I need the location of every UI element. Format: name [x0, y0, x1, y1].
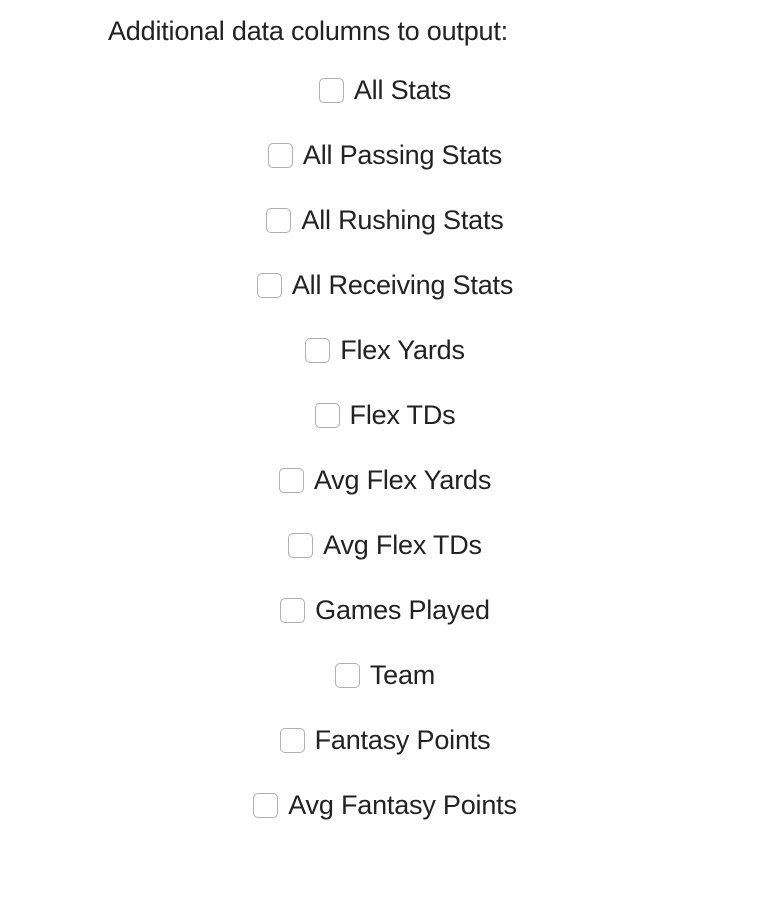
- option-label: Fantasy Points: [315, 725, 491, 756]
- option-all-receiving-stats: All Receiving Stats: [257, 270, 513, 301]
- option-flex-yards: Flex Yards: [305, 335, 465, 366]
- option-label: Games Played: [315, 595, 490, 626]
- checkbox-team[interactable]: [335, 663, 360, 688]
- checkbox-all-rushing-stats[interactable]: [266, 208, 291, 233]
- checkbox-fantasy-points[interactable]: [280, 728, 305, 753]
- checkbox-all-receiving-stats[interactable]: [257, 273, 282, 298]
- option-label: Avg Fantasy Points: [288, 790, 517, 821]
- option-label: Flex TDs: [350, 400, 456, 431]
- option-games-played: Games Played: [280, 595, 490, 626]
- option-avg-fantasy-points: Avg Fantasy Points: [253, 790, 517, 821]
- option-label: All Rushing Stats: [301, 205, 503, 236]
- option-label: All Stats: [354, 75, 451, 106]
- checkbox-all-passing-stats[interactable]: [268, 143, 293, 168]
- option-label: Team: [370, 660, 435, 691]
- checkbox-flex-yards[interactable]: [305, 338, 330, 363]
- option-flex-tds: Flex TDs: [315, 400, 456, 431]
- option-avg-flex-yards: Avg Flex Yards: [279, 465, 491, 496]
- option-fantasy-points: Fantasy Points: [280, 725, 491, 756]
- checkbox-avg-flex-tds[interactable]: [288, 533, 313, 558]
- option-avg-flex-tds: Avg Flex TDs: [288, 530, 482, 561]
- option-all-passing-stats: All Passing Stats: [268, 140, 502, 171]
- section-heading: Additional data columns to output:: [0, 16, 770, 47]
- checkbox-avg-fantasy-points[interactable]: [253, 793, 278, 818]
- option-team: Team: [335, 660, 435, 691]
- option-label: Flex Yards: [340, 335, 465, 366]
- checkbox-avg-flex-yards[interactable]: [279, 468, 304, 493]
- checkbox-flex-tds[interactable]: [315, 403, 340, 428]
- option-label: Avg Flex TDs: [323, 530, 482, 561]
- option-label: All Passing Stats: [303, 140, 502, 171]
- options-list: All Stats All Passing Stats All Rushing …: [0, 75, 770, 821]
- option-label: All Receiving Stats: [292, 270, 513, 301]
- option-all-rushing-stats: All Rushing Stats: [266, 205, 503, 236]
- checkbox-all-stats[interactable]: [319, 78, 344, 103]
- additional-columns-section: Additional data columns to output: All S…: [0, 0, 770, 821]
- checkbox-games-played[interactable]: [280, 598, 305, 623]
- option-label: Avg Flex Yards: [314, 465, 491, 496]
- option-all-stats: All Stats: [319, 75, 451, 106]
